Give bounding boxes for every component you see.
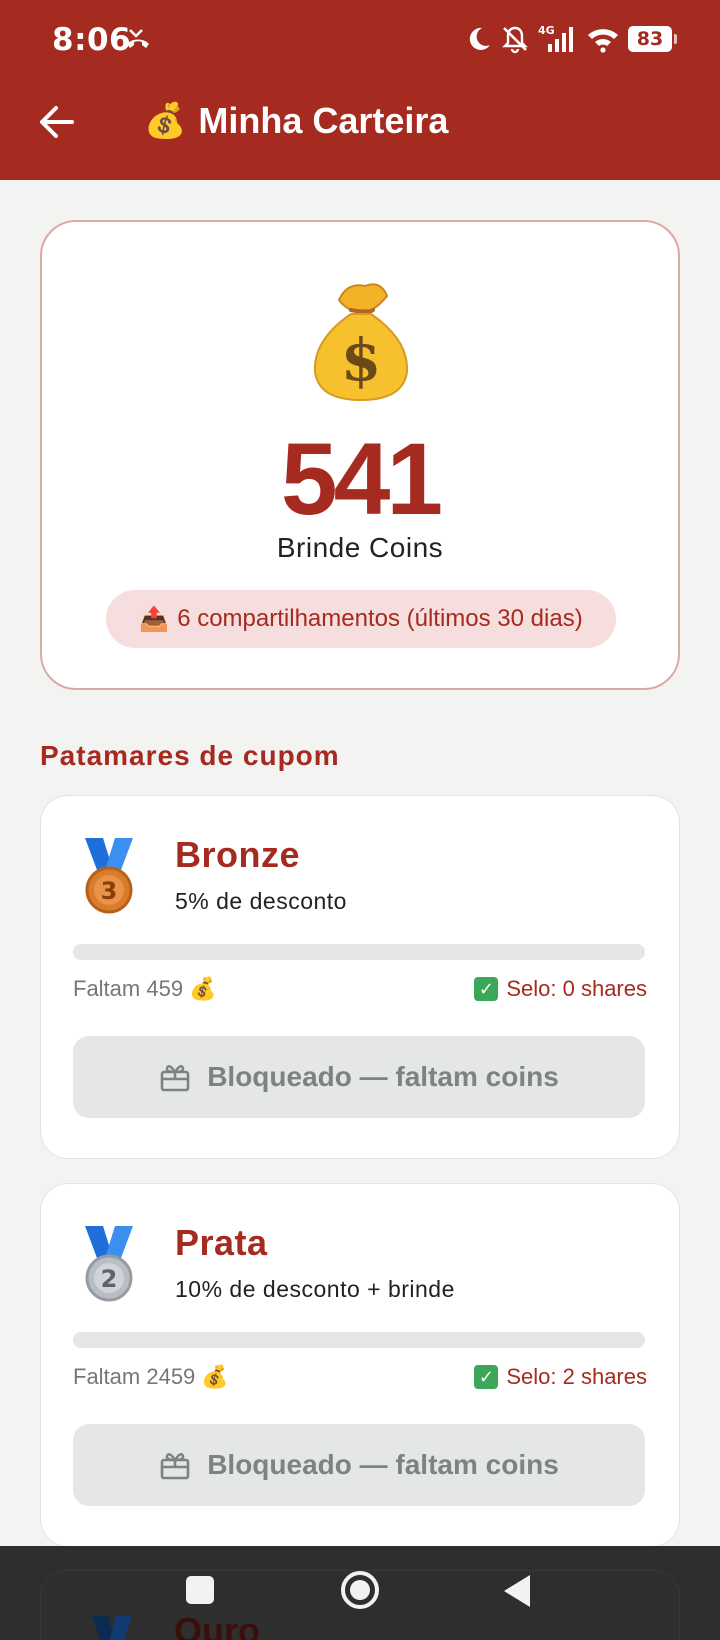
tier-card-bronze: 3 Bronze 5% de desconto Faltam 459 💰 ✓ S… xyxy=(40,795,680,1159)
section-title: Patamares de cupom xyxy=(40,740,340,771)
tier-remaining: Faltam 2459 💰 xyxy=(73,1364,229,1390)
tier-name: Ouro xyxy=(174,1610,260,1640)
gift-icon xyxy=(160,1453,190,1480)
wallet-balance-card: $ 541 Brinde Coins 📤 6 compartilhamentos… xyxy=(40,220,680,690)
app-bar: 💰 Minha Carteira xyxy=(0,80,720,180)
page-title: 💰 Minha Carteira xyxy=(144,100,448,142)
tier-seal-text: Selo: 2 shares xyxy=(506,1364,647,1389)
tier-description: 5% de desconto xyxy=(175,888,347,914)
tier-description: 10% de desconto + brinde xyxy=(175,1276,455,1302)
svg-text:3: 3 xyxy=(101,877,118,905)
tier-remaining: Faltam 459 💰 xyxy=(73,976,216,1002)
tier-seal: ✓ Selo: 0 shares xyxy=(474,976,647,1002)
back-button[interactable] xyxy=(502,1574,532,1608)
gift-icon xyxy=(160,1065,190,1092)
check-mark-icon: ✓ xyxy=(474,1365,499,1389)
coin-label: Brinde Coins xyxy=(276,532,444,563)
bronze-medal-icon: 3 xyxy=(85,838,133,914)
shares-text: 6 compartilhamentos (últimos 30 dias) xyxy=(177,605,583,632)
money-bag-icon: $ xyxy=(42,276,678,411)
top-bar: 8:06 4G 83 💰 Minha Carteira xyxy=(0,0,720,180)
redeem-button[interactable]: Bloqueado — faltam coins xyxy=(73,1036,645,1118)
battery-indicator: 83 xyxy=(628,26,677,52)
shares-badge: 📤 6 compartilhamentos (últimos 30 dias) xyxy=(106,590,616,648)
tier-card-silver: 2 Prata 10% de desconto + brinde Faltam … xyxy=(40,1183,680,1547)
back-arrow-icon[interactable] xyxy=(36,102,76,142)
moon-icon xyxy=(469,27,490,50)
page-title-text: Minha Carteira xyxy=(198,100,449,141)
status-time: 8:06 xyxy=(52,22,132,58)
tier-progress-bar xyxy=(73,1332,645,1348)
gold-medal-icon xyxy=(92,1616,132,1640)
bell-off-icon xyxy=(502,26,528,54)
money-bag-icon: 💰 xyxy=(189,976,217,1001)
tier-remaining-text: Faltam 459 xyxy=(73,976,184,1001)
status-icons: 4G 83 xyxy=(466,22,677,56)
redeem-button-label: Bloqueado — faltam coins xyxy=(207,1449,559,1480)
status-bar: 8:06 4G 83 xyxy=(0,0,720,80)
missed-call-icon xyxy=(127,29,149,48)
coin-balance: 541 xyxy=(280,422,443,536)
tier-progress-bar xyxy=(73,944,645,960)
tier-seal-text: Selo: 0 shares xyxy=(506,976,647,1001)
money-bag-icon: 💰 xyxy=(144,102,187,140)
tier-name: Prata xyxy=(175,1222,268,1263)
system-nav-bar: Ouro xyxy=(0,1546,720,1640)
wifi-icon xyxy=(588,29,618,53)
redeem-button-label: Bloqueado — faltam coins xyxy=(207,1061,559,1092)
outbox-tray-icon: 📤 xyxy=(139,605,170,633)
money-bag-icon: 💰 xyxy=(201,1364,229,1389)
tier-remaining-text: Faltam 2459 xyxy=(73,1364,196,1389)
tier-name: Bronze xyxy=(175,834,301,875)
check-mark-icon: ✓ xyxy=(474,977,499,1001)
redeem-button[interactable]: Bloqueado — faltam coins xyxy=(73,1424,645,1506)
svg-text:4G: 4G xyxy=(538,24,555,37)
tier-seal: ✓ Selo: 2 shares xyxy=(474,1364,647,1390)
silver-medal-icon: 2 xyxy=(85,1226,133,1302)
svg-text:2: 2 xyxy=(101,1265,118,1293)
recent-apps-button[interactable] xyxy=(184,1574,216,1606)
svg-text:$: $ xyxy=(341,326,381,394)
home-button[interactable] xyxy=(340,1570,380,1610)
signal-icon: 4G xyxy=(538,24,573,52)
